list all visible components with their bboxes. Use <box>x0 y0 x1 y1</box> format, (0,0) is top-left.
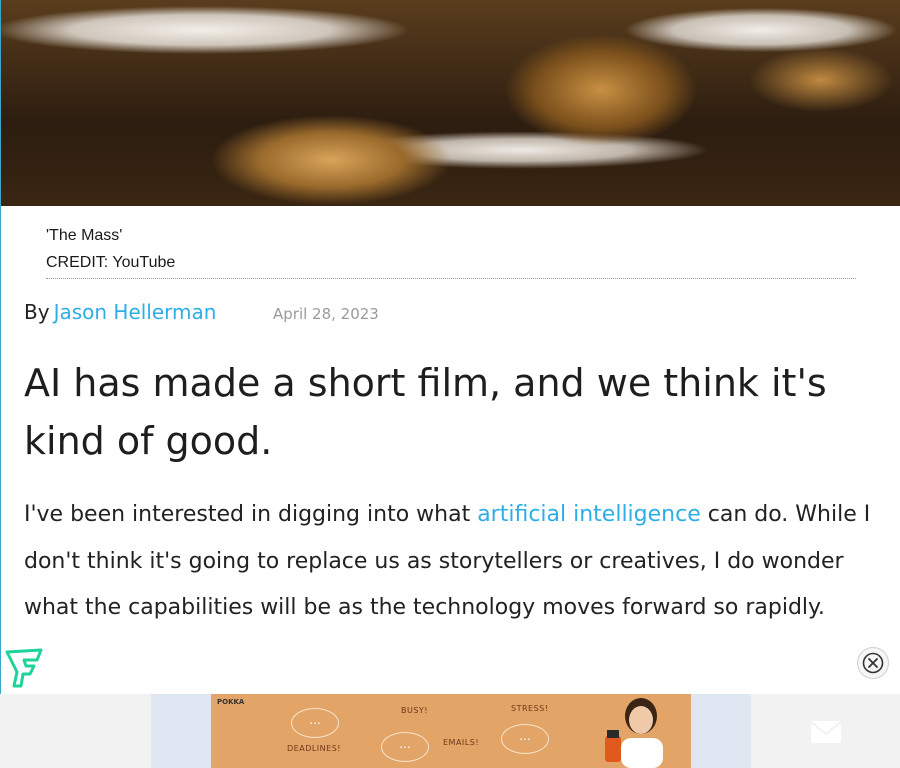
ad-banner[interactable]: POKKA BUSY! STRESS! DEADLINES! EMAILS! .… <box>211 694 691 768</box>
ad-brand-label: POKKA <box>217 698 245 706</box>
ad-speech-bubble: ... <box>501 724 549 754</box>
byline-prefix: By <box>24 300 50 324</box>
image-caption: 'The Mass' CREDIT: YouTube <box>46 222 175 276</box>
caption-divider <box>46 278 856 279</box>
publish-date: April 28, 2023 <box>273 305 379 323</box>
close-ad-button[interactable] <box>857 647 889 679</box>
article-headline: AI has made a short film, and we think i… <box>24 361 827 463</box>
ad-speech-bubble: ... <box>291 708 339 738</box>
author-link[interactable]: Jason Hellerman <box>54 300 217 324</box>
ad-speech-bubble: ... <box>381 732 429 762</box>
ad-word-emails: EMAILS! <box>443 738 480 747</box>
article-paragraph: I've been interested in digging into wha… <box>24 492 894 632</box>
paragraph-text-start: I've been interested in digging into wha… <box>24 502 478 527</box>
hero-image <box>1 0 900 206</box>
ad-word-deadlines: DEADLINES! <box>287 744 341 753</box>
caption-credit: CREDIT: YouTube <box>46 254 176 271</box>
close-icon <box>862 652 884 674</box>
ad-word-busy: BUSY! <box>401 706 429 715</box>
caption-title: 'The Mass' <box>46 227 123 244</box>
mail-icon[interactable] <box>810 720 842 744</box>
brand-logo-icon[interactable] <box>4 646 44 688</box>
byline: By Jason Hellerman <box>24 300 216 324</box>
ad-word-stress: STRESS! <box>511 704 549 713</box>
artificial-intelligence-link[interactable]: artificial intelligence <box>477 502 701 527</box>
ad-person-image <box>605 698 663 768</box>
